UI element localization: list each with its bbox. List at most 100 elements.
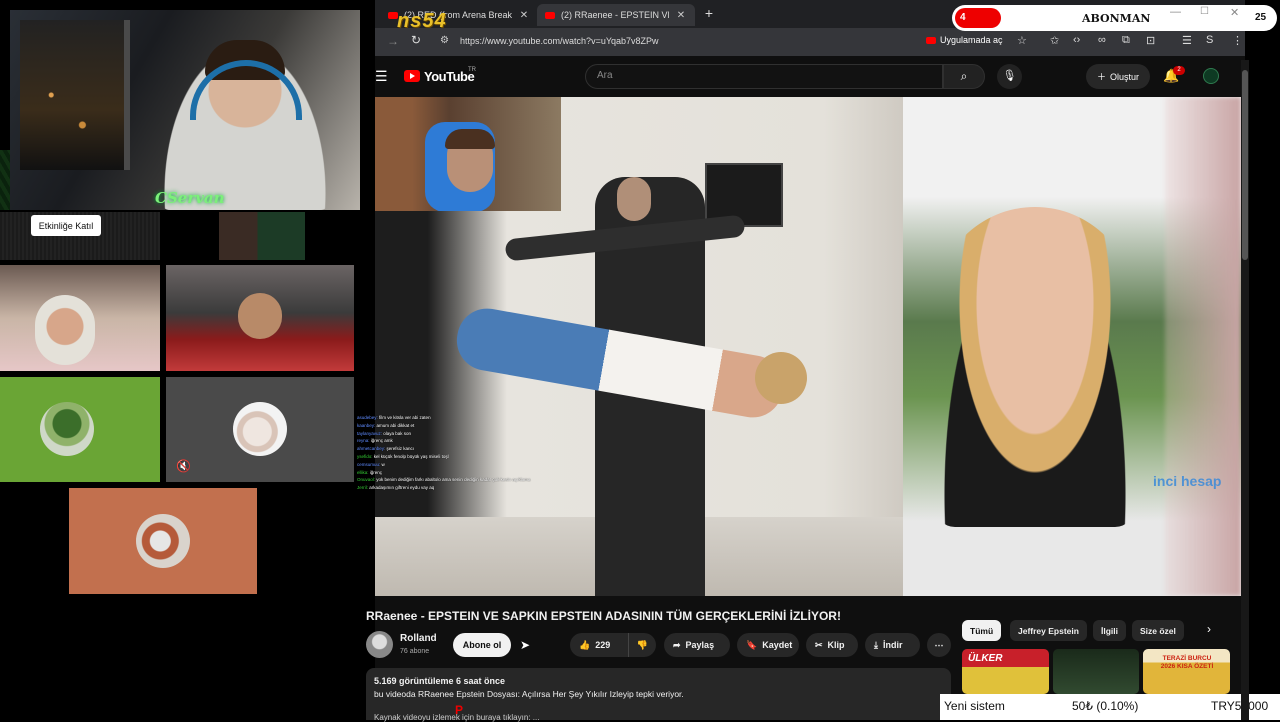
more-horizontal-icon: ⋯ xyxy=(934,639,944,650)
search-input[interactable] xyxy=(585,64,943,89)
download-button[interactable]: ⤓ İndir xyxy=(865,633,920,657)
chip-all[interactable]: Tümü xyxy=(962,620,1002,641)
dislike-button[interactable]: 👎 xyxy=(628,633,656,657)
channel-subscriber-count: 76 abone xyxy=(400,648,430,655)
extension-star-icon[interactable]: ✩ xyxy=(1050,34,1059,47)
screenshot-icon[interactable]: ⊡ xyxy=(1146,34,1155,47)
channel-avatar[interactable] xyxy=(366,631,393,658)
participant-avatar xyxy=(136,514,190,568)
save-button[interactable]: 🔖 Kaydet xyxy=(737,633,799,657)
microphone-icon: 🎙 xyxy=(1002,70,1017,82)
muted-icon: 🔇 xyxy=(176,459,191,473)
recommended-video-thumbnail[interactable]: TERAZİ BURCU 2026 KISA ÖZETİ xyxy=(1143,649,1230,694)
webcam-window-background xyxy=(20,20,130,170)
thumbnail-text: TERAZİ BURCU 2026 KISA ÖZETİ xyxy=(1160,655,1214,670)
video-scene-man-head xyxy=(617,177,651,221)
clip-label: Klip xyxy=(827,640,845,650)
create-button[interactable]: ＋ Oluştur xyxy=(1086,64,1150,89)
video-title: RRaenee - EPSTEIN VE SAPKIN EPSTEIN ADAS… xyxy=(366,609,841,623)
notification-count-badge: 2 xyxy=(1173,66,1185,75)
hamburger-menu-icon[interactable]: ☰ xyxy=(375,68,388,85)
thumbnail-text: ÜLKER xyxy=(968,653,1003,664)
browser-tab-active[interactable]: (2) RRaenee - EPSTEIN VE S ✕ xyxy=(537,4,695,26)
chat-message: Jerril: arkadaşımın giftreni eydu vay aq xyxy=(357,485,435,491)
open-in-app-button[interactable]: Uygulamada aç xyxy=(926,35,1003,45)
clip-button[interactable]: ✂ Klip xyxy=(806,633,858,657)
close-tab-icon[interactable]: ✕ xyxy=(675,10,687,21)
scrollbar-thumb[interactable] xyxy=(1242,70,1248,260)
participant-video xyxy=(35,295,95,365)
menu-kebab-icon[interactable]: ⋮ xyxy=(1232,34,1243,47)
reload-icon[interactable]: ↻ xyxy=(411,33,421,47)
translate-icon[interactable]: ⧉ xyxy=(1122,34,1130,47)
call-participant-tile[interactable] xyxy=(69,488,257,594)
description-text: bu videoda RRaenee Epstein Dosyası: Açıl… xyxy=(374,689,684,699)
scissors-icon: ✂ xyxy=(815,639,823,650)
search-button[interactable]: ⌕ xyxy=(943,64,985,89)
chat-message: reyna: iğrenç amk xyxy=(357,438,393,444)
participant-video xyxy=(238,293,282,339)
share-label: Paylaş xyxy=(685,640,715,650)
close-window-icon[interactable]: ✕ xyxy=(1230,6,1239,19)
download-label: İndir xyxy=(882,640,903,650)
chat-message: ellika: iğrenç xyxy=(357,469,383,475)
call-participant-tile[interactable] xyxy=(0,377,160,482)
voice-search-button[interactable]: 🎙 xyxy=(997,64,1022,89)
chip-for-you[interactable]: Size özel xyxy=(1132,620,1184,641)
share-button[interactable]: ➦ Paylaş xyxy=(664,633,730,657)
close-tab-icon[interactable]: ✕ xyxy=(518,10,530,21)
call-participant-tile[interactable] xyxy=(166,265,354,371)
download-icon: ⤓ xyxy=(874,639,878,650)
screenshare-thumbnail[interactable] xyxy=(219,212,305,260)
ticker-name: Yeni sistem xyxy=(944,699,1005,713)
like-button[interactable]: 👍 229 xyxy=(570,633,628,657)
tab-title: (2) RRaenee - EPSTEIN VE S xyxy=(561,10,669,20)
reactor-webcam xyxy=(375,97,561,211)
streamer-name: CServan xyxy=(155,189,225,207)
thumbs-up-icon: 👍 xyxy=(579,639,591,650)
chip-jeffrey-epstein[interactable]: Jeffrey Epstein xyxy=(1010,620,1087,641)
chat-message: ysefido: kel küçük fenolp büyük yaş mise… xyxy=(357,453,449,459)
reading-list-icon[interactable]: ☰ xyxy=(1182,34,1192,47)
link-icon[interactable]: ∞ xyxy=(1098,34,1106,46)
reactor-hair xyxy=(445,129,495,149)
subscribe-button[interactable]: Abone ol xyxy=(453,633,511,657)
streamer-webcam xyxy=(10,10,360,210)
chat-message: ahmetcanbey: şerefsiz kancı xyxy=(357,446,415,452)
site-info-icon[interactable]: ⚙ xyxy=(440,35,449,46)
join-activity-button[interactable]: Etkinliğe Katıl xyxy=(31,215,101,236)
youtube-logo-icon[interactable] xyxy=(404,70,420,82)
call-participant-tile[interactable]: 🔇 xyxy=(166,377,354,482)
plus-icon: ＋ xyxy=(1096,72,1106,82)
abonman-label: ABONMAN xyxy=(1082,12,1151,25)
code-icon[interactable]: ‹› xyxy=(1073,34,1080,46)
video-scene-woman-hair xyxy=(755,352,807,404)
bookmark-star-icon[interactable]: ☆ xyxy=(1017,34,1027,47)
call-participant-tile[interactable] xyxy=(0,265,160,371)
maximize-icon[interactable]: ☐ xyxy=(1200,6,1209,17)
minimize-icon[interactable]: — xyxy=(1170,6,1181,18)
recommended-video-thumbnail[interactable] xyxy=(1053,649,1139,694)
participant-avatar xyxy=(233,402,287,456)
thumbs-down-icon: 👎 xyxy=(636,639,649,650)
chevron-right-icon[interactable]: › xyxy=(1207,622,1211,636)
url-field[interactable]: https://www.youtube.com/watch?v=uYqab7v8… xyxy=(460,36,659,46)
extension-s-icon[interactable]: S xyxy=(1206,34,1213,46)
forward-icon[interactable]: → xyxy=(387,34,399,48)
account-avatar[interactable] xyxy=(1203,68,1219,84)
abonman-count: 4 xyxy=(960,12,966,23)
participant-avatar xyxy=(40,402,94,456)
overlay-p-icon: P xyxy=(455,703,464,717)
channel-name[interactable]: Rolland xyxy=(400,633,437,644)
chat-message: taylanyavuz: olaya bak son xyxy=(357,430,412,436)
new-tab-button[interactable]: + xyxy=(700,4,718,22)
bookmark-icon: 🔖 xyxy=(746,639,758,650)
chip-related[interactable]: İlgili xyxy=(1093,620,1126,641)
chat-message: asudebey: film ve kitsla ver abi zaten xyxy=(357,415,431,420)
video-scene-portrait xyxy=(935,207,1135,527)
mouse-cursor-icon: ➤ xyxy=(520,638,531,652)
recommended-video-thumbnail[interactable]: ÜLKER xyxy=(962,649,1049,694)
more-actions-button[interactable]: ⋯ xyxy=(927,633,951,657)
youtube-logo-text[interactable]: YouTube xyxy=(424,69,475,84)
like-count: 229 xyxy=(595,640,611,650)
